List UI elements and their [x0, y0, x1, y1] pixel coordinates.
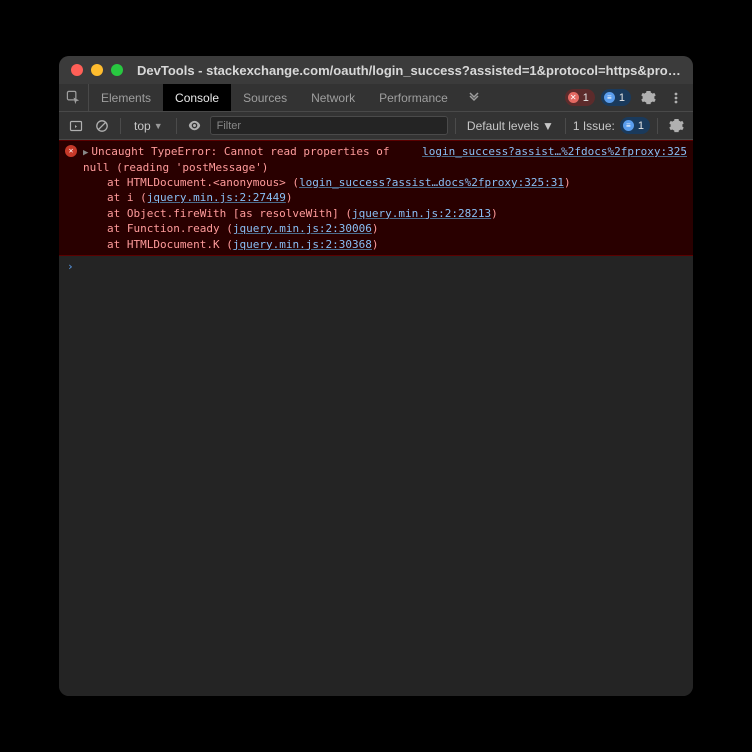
issues-link[interactable]: 1 Issue: ≡ 1 [573, 117, 650, 134]
issues-link-count: 1 [638, 120, 644, 132]
stack-frame: at i (jquery.min.js:2:27449) [83, 190, 687, 205]
issues-count-badge[interactable]: ≡ 1 [601, 89, 631, 106]
toggle-sidebar-icon[interactable] [65, 115, 87, 137]
chevron-down-icon: ▼ [154, 121, 163, 131]
issues-text: 1 Issue: [573, 119, 615, 133]
console-settings-icon[interactable] [665, 115, 687, 137]
traffic-lights [71, 64, 123, 76]
zoom-window-button[interactable] [111, 64, 123, 76]
console-toolbar: top ▼ Default levels ▼ 1 Issue: ≡ 1 [59, 112, 693, 140]
stack-link[interactable]: jquery.min.js:2:30006 [233, 222, 372, 235]
stack-frame: at Object.fireWith [as resolveWith] (jqu… [83, 206, 687, 221]
clear-console-icon[interactable] [91, 115, 113, 137]
live-expression-icon[interactable] [184, 115, 206, 137]
error-message-line1: Uncaught TypeError: Cannot read properti… [91, 145, 389, 158]
stack-link[interactable]: jquery.min.js:2:30368 [233, 238, 372, 251]
console-error-row[interactable]: ✕ ▶Uncaught TypeError: Cannot read prope… [59, 140, 693, 256]
tab-performance[interactable]: Performance [367, 84, 460, 111]
stack-link[interactable]: jquery.min.js:2:28213 [352, 207, 491, 220]
error-icon: ✕ [568, 92, 579, 103]
prompt-caret-icon: › [67, 260, 74, 273]
tab-sources[interactable]: Sources [231, 84, 299, 111]
context-selector[interactable]: top ▼ [128, 117, 169, 135]
more-tabs-button[interactable] [460, 84, 488, 111]
minimize-window-button[interactable] [91, 64, 103, 76]
settings-icon[interactable] [637, 87, 659, 109]
console-content: ✕ ▶Uncaught TypeError: Cannot read prope… [59, 140, 693, 696]
log-levels-dropdown[interactable]: Default levels ▼ [463, 117, 558, 135]
main-tabs: Elements Console Sources Network Perform… [59, 84, 693, 112]
expand-triangle-icon[interactable]: ▶ [83, 147, 88, 160]
tab-console[interactable]: Console [163, 84, 231, 111]
error-count-badge[interactable]: ✕ 1 [565, 89, 595, 106]
stack-link[interactable]: login_success?assist…docs%2fproxy:325:31 [299, 176, 564, 189]
window-title: DevTools - stackexchange.com/oauth/login… [137, 63, 681, 78]
console-prompt[interactable]: › [59, 256, 693, 277]
error-icon: ✕ [65, 145, 77, 157]
log-levels-label: Default levels [467, 119, 539, 133]
kebab-menu-icon[interactable] [665, 87, 687, 109]
error-message-line2: null (reading 'postMessage') [83, 160, 412, 175]
error-count: 1 [583, 92, 589, 104]
issue-icon: ≡ [623, 120, 634, 131]
stack-frame: at HTMLDocument.<anonymous> (login_succe… [83, 175, 687, 190]
stack-link[interactable]: jquery.min.js:2:27449 [147, 191, 286, 204]
issues-count: 1 [619, 92, 625, 104]
titlebar: DevTools - stackexchange.com/oauth/login… [59, 56, 693, 84]
tab-elements[interactable]: Elements [89, 84, 163, 111]
inspect-element-icon[interactable] [59, 84, 89, 111]
error-source-link[interactable]: login_success?assist…%2fdocs%2fproxy:325 [422, 144, 687, 159]
tab-network[interactable]: Network [299, 84, 367, 111]
stack-frame: at Function.ready (jquery.min.js:2:30006… [83, 221, 687, 236]
tab-indicators: ✕ 1 ≡ 1 [565, 84, 693, 111]
devtools-window: DevTools - stackexchange.com/oauth/login… [59, 56, 693, 696]
issue-icon: ≡ [604, 92, 615, 103]
stack-frame: at HTMLDocument.K (jquery.min.js:2:30368… [83, 237, 687, 252]
chevron-down-icon: ▼ [542, 119, 554, 133]
context-label: top [134, 119, 151, 133]
close-window-button[interactable] [71, 64, 83, 76]
filter-input[interactable] [210, 116, 448, 135]
